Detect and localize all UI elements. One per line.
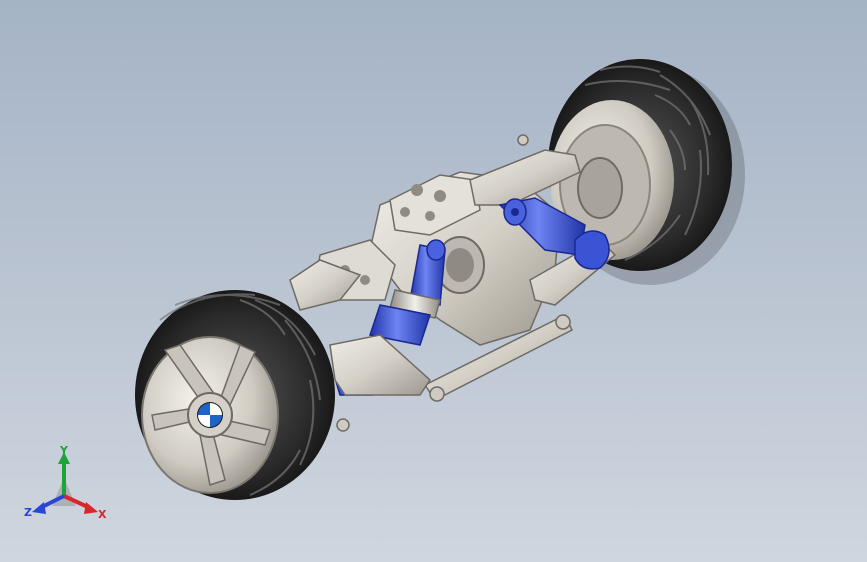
mount-hole [434,190,446,202]
near-wheel[interactable] [135,290,335,500]
right-shock-eyelet-hole [511,208,519,216]
gearbox-bearing-core [446,248,474,282]
z-axis-label: Z [24,506,32,519]
upper-arm-pivot-bolt [517,134,529,146]
x-axis-arrowhead [84,502,98,514]
arm-pivot-bolt [555,314,571,330]
far-hub [577,157,623,219]
left-shock-top-eyelet [426,239,446,261]
graphics-viewport[interactable]: Y X Z [0,0,867,562]
x-axis-label: X [98,508,107,521]
view-orientation-triad[interactable]: Y X Z [22,446,112,526]
right-knuckle-bracket [574,230,610,270]
y-axis-label: Y [59,446,69,457]
z-axis-arrowhead [32,502,46,514]
mount-hole [425,211,435,221]
mount-hole [400,207,410,217]
mount-hole [411,184,423,196]
lower-arm-left[interactable] [329,334,431,432]
knuckle-bolt [336,418,350,432]
suspension-assembly-model[interactable] [0,0,867,562]
mount-hole [360,275,370,285]
arm-pivot-bolt [429,386,445,402]
